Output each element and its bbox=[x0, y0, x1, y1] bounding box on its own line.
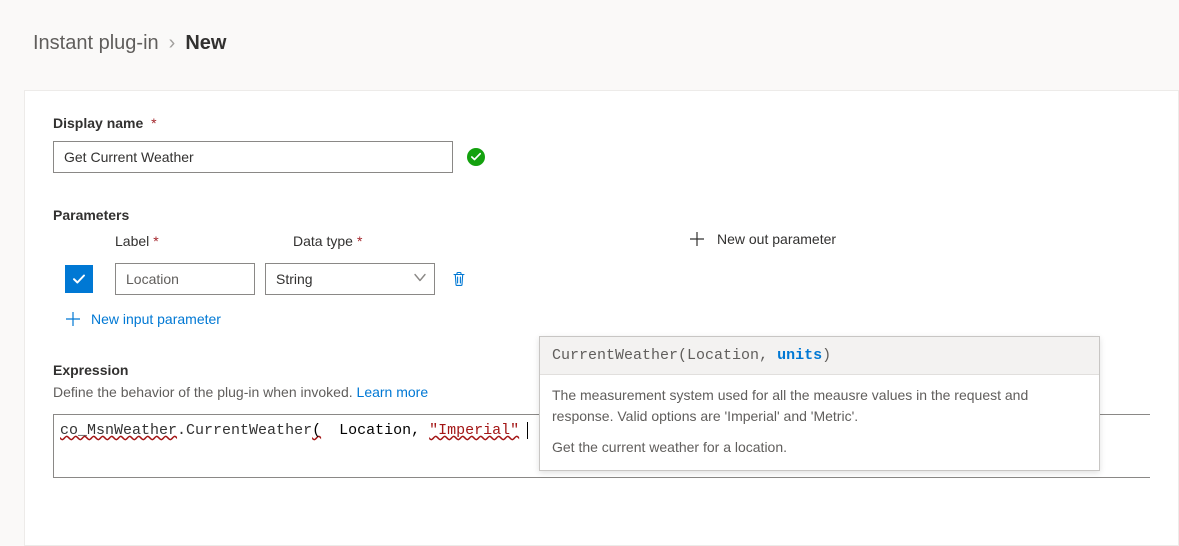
display-name-field: Display name * bbox=[53, 115, 1150, 173]
parameter-checkbox[interactable] bbox=[65, 265, 93, 293]
breadcrumb-current: New bbox=[185, 32, 226, 55]
new-input-parameter-label: New input parameter bbox=[91, 311, 221, 327]
column-label: Label* bbox=[115, 233, 283, 249]
parameter-row: String bbox=[53, 263, 1150, 295]
breadcrumb: Instant plug-in › New bbox=[0, 0, 1179, 55]
breadcrumb-parent[interactable]: Instant plug-in bbox=[33, 32, 159, 55]
new-out-parameter-button[interactable]: New out parameter bbox=[689, 231, 836, 247]
intellisense-tooltip: CurrentWeather(Location, units) The meas… bbox=[539, 336, 1100, 471]
new-input-parameter-button[interactable]: New input parameter bbox=[65, 311, 221, 327]
plus-icon bbox=[65, 311, 81, 327]
trash-icon bbox=[451, 271, 467, 287]
required-indicator: * bbox=[151, 115, 156, 131]
delete-parameter-button[interactable] bbox=[449, 269, 469, 289]
parameter-label-input[interactable] bbox=[115, 263, 255, 295]
intellisense-param-help: The measurement system used for all the … bbox=[552, 385, 1087, 427]
learn-more-link[interactable]: Learn more bbox=[357, 384, 429, 400]
form-panel: Display name * Parameters New out parame… bbox=[24, 90, 1179, 546]
success-check-icon bbox=[467, 148, 485, 166]
new-out-parameter-label: New out parameter bbox=[717, 231, 836, 247]
expression-heading: Expression bbox=[53, 362, 128, 378]
parameter-datatype-select[interactable]: String bbox=[265, 263, 435, 295]
intellisense-fn-help: Get the current weather for a location. bbox=[552, 437, 1087, 458]
plus-icon bbox=[689, 231, 705, 247]
parameters-columns: Label* Data type* bbox=[53, 233, 1150, 249]
column-datatype: Data type* bbox=[293, 233, 453, 249]
display-name-input[interactable] bbox=[53, 141, 453, 173]
parameters-heading: Parameters bbox=[53, 207, 1150, 223]
chevron-right-icon: › bbox=[169, 32, 176, 55]
parameters-area: New out parameter Label* Data type* Stri… bbox=[53, 233, 1150, 330]
display-name-label: Display name bbox=[53, 115, 143, 131]
intellisense-signature: CurrentWeather(Location, units) bbox=[540, 337, 1099, 375]
